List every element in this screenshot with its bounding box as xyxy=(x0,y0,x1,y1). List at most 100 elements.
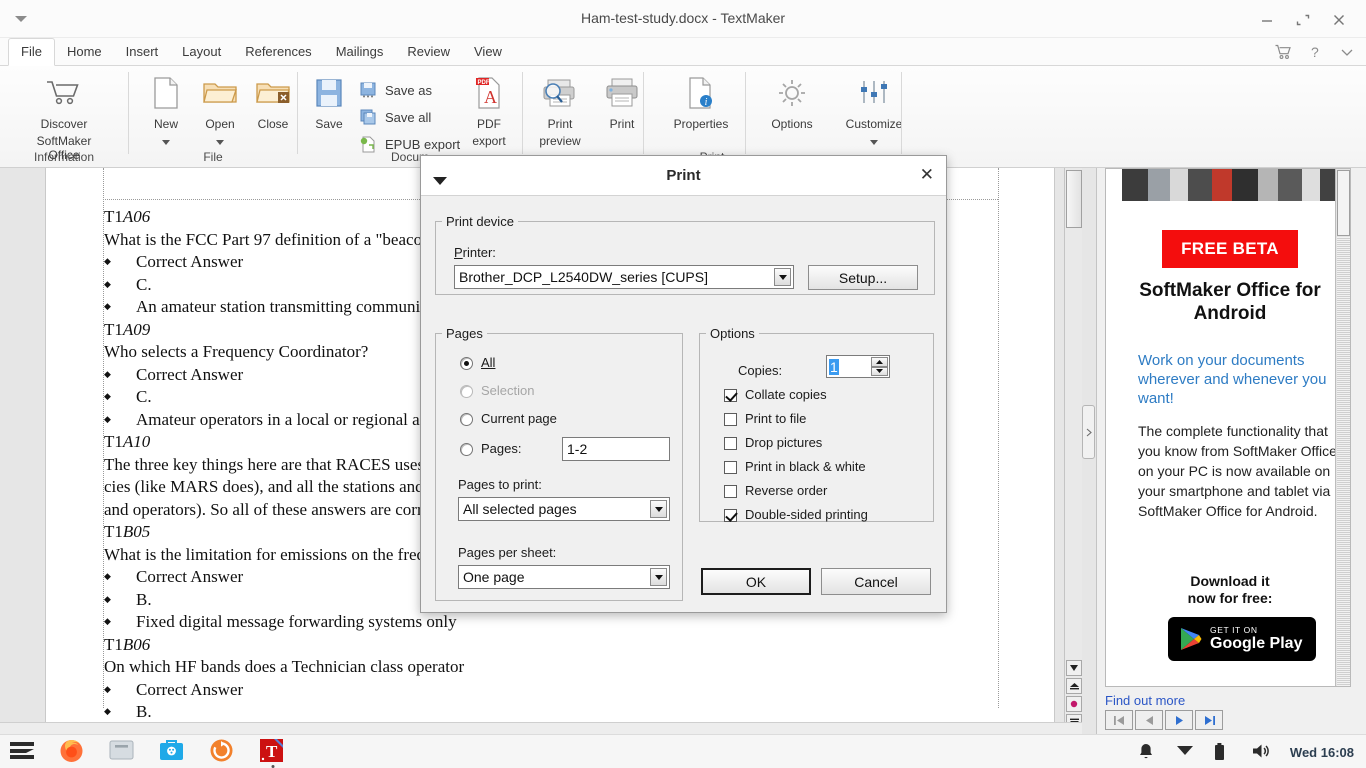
software-store-icon[interactable] xyxy=(158,737,188,767)
svg-text:?: ? xyxy=(1311,44,1319,60)
ad-scrollbar[interactable] xyxy=(1335,169,1350,686)
help-icon[interactable]: ? xyxy=(1304,41,1326,63)
checkbox-drop-pictures[interactable] xyxy=(724,437,737,450)
firefox-icon[interactable] xyxy=(58,737,88,767)
scrollbar-thumb[interactable] xyxy=(1066,170,1082,228)
find-out-more-link[interactable]: Find out more xyxy=(1105,693,1185,708)
textmaker-icon[interactable]: T xyxy=(258,737,288,768)
svg-text:T: T xyxy=(266,742,278,761)
close-button[interactable] xyxy=(1322,8,1356,32)
minimize-button[interactable] xyxy=(1250,8,1284,32)
ad-first-button[interactable] xyxy=(1105,710,1133,730)
ad-content[interactable]: FREE BETA SoftMaker Office for Android W… xyxy=(1105,168,1351,687)
taskbar: T Wed 16:08 xyxy=(0,734,1366,768)
chevron-down-icon[interactable] xyxy=(650,568,667,586)
copies-stepper-buttons[interactable] xyxy=(871,357,888,376)
new-button[interactable]: New xyxy=(135,72,197,150)
tab-home[interactable]: Home xyxy=(55,38,114,66)
copies-stepper[interactable]: 1 xyxy=(826,355,890,378)
document-vertical-scrollbar[interactable] xyxy=(1064,168,1082,734)
cancel-button[interactable]: Cancel xyxy=(821,568,931,595)
checkbox-print-to-file[interactable] xyxy=(724,413,737,426)
copies-value[interactable]: 1 xyxy=(829,358,839,375)
customize-button[interactable]: Customize xyxy=(831,72,917,150)
copies-increment-button[interactable] xyxy=(871,357,888,367)
save-all-button[interactable]: Save all xyxy=(358,107,431,127)
tab-file[interactable]: File xyxy=(8,38,55,66)
radio-pages[interactable] xyxy=(460,443,473,456)
zorin-menu-icon[interactable] xyxy=(8,737,38,767)
copies-decrement-button[interactable] xyxy=(871,366,888,376)
radio-all[interactable] xyxy=(460,357,473,370)
ad-download-prompt: Download it now for free: xyxy=(1124,573,1336,607)
restore-button[interactable] xyxy=(1286,8,1320,32)
checkbox-double-sided[interactable] xyxy=(724,509,737,522)
setup-button[interactable]: Setup... xyxy=(808,265,918,290)
options-button[interactable]: Options xyxy=(755,72,829,131)
application-window: Ham-test-study.docx - TextMaker File Hom… xyxy=(0,0,1366,768)
open-dropdown-icon[interactable] xyxy=(189,132,251,150)
checkbox-collate-copies[interactable] xyxy=(724,389,737,402)
tab-review[interactable]: Review xyxy=(395,38,462,66)
pages-to-print-label: Pages to print: xyxy=(458,477,542,492)
pages-per-sheet-select[interactable]: One page xyxy=(458,565,670,589)
previous-page-button[interactable] xyxy=(1066,678,1082,694)
discover-softmaker-office-button[interactable]: Discover SoftMaker Office xyxy=(24,72,104,162)
dialog-close-button[interactable]: ✕ xyxy=(920,166,934,183)
clock[interactable]: Wed 16:08 xyxy=(1290,745,1354,760)
document-line: Fixed digital message forwarding systems… xyxy=(104,611,1064,634)
ok-button[interactable]: OK xyxy=(701,568,811,595)
tab-references[interactable]: References xyxy=(233,38,323,66)
chevron-down-icon[interactable] xyxy=(1336,41,1358,63)
google-play-badge[interactable]: GET IT ON Google Play xyxy=(1168,617,1316,661)
updater-icon[interactable] xyxy=(208,737,238,767)
browse-object-button[interactable] xyxy=(1066,696,1082,712)
scroll-down-button[interactable] xyxy=(1066,660,1082,676)
print-preview-label-1: Print xyxy=(547,117,573,131)
radio-current-page[interactable] xyxy=(460,413,473,426)
customize-dropdown-icon[interactable] xyxy=(831,132,917,150)
tab-insert[interactable]: Insert xyxy=(114,38,171,66)
question-code-suffix: A10 xyxy=(122,432,151,451)
wifi-icon[interactable] xyxy=(1176,743,1194,761)
pages-range-input[interactable] xyxy=(562,437,670,461)
ad-scrollbar-track[interactable] xyxy=(1337,237,1350,686)
close-button-ribbon[interactable]: Close xyxy=(242,72,304,131)
chevron-down-icon[interactable] xyxy=(774,268,791,286)
checkbox-print-black-white[interactable] xyxy=(724,461,737,474)
document-horizontal-scrollbar[interactable] xyxy=(0,722,1082,734)
pages-to-print-select[interactable]: All selected pages xyxy=(458,497,670,521)
sidebar-collapse-handle[interactable] xyxy=(1082,405,1095,459)
pdf-export-button[interactable]: PDF A PDF export xyxy=(458,72,520,148)
window-controls xyxy=(1250,8,1356,32)
ad-previous-button[interactable] xyxy=(1135,710,1163,730)
properties-button[interactable]: i Properties xyxy=(657,72,745,131)
discover-line-1: Discover xyxy=(40,117,88,131)
tab-mailings[interactable]: Mailings xyxy=(324,38,396,66)
ad-scrollbar-thumb[interactable] xyxy=(1337,170,1350,236)
bullet-icon xyxy=(104,409,136,434)
new-dropdown-icon[interactable] xyxy=(135,132,197,150)
print-preview-button[interactable]: Print preview xyxy=(529,72,591,148)
bullet-icon xyxy=(104,679,136,704)
tab-layout[interactable]: Layout xyxy=(170,38,233,66)
tab-view[interactable]: View xyxy=(462,38,514,66)
cart-icon[interactable] xyxy=(1272,41,1294,63)
radio-all-label: All xyxy=(481,355,495,370)
ad-next-button[interactable] xyxy=(1165,710,1193,730)
google-play-small-text: GET IT ON xyxy=(1210,624,1258,635)
ad-last-button[interactable] xyxy=(1195,710,1223,730)
question-code: T1 xyxy=(104,319,123,339)
notifications-icon[interactable] xyxy=(1138,743,1156,761)
files-icon[interactable] xyxy=(108,737,138,767)
chevron-down-icon[interactable] xyxy=(650,500,667,518)
battery-icon[interactable] xyxy=(1214,743,1232,761)
checkbox-reverse-order[interactable] xyxy=(724,485,737,498)
save-as-button[interactable]: Save as xyxy=(358,80,432,100)
volume-icon[interactable] xyxy=(1252,743,1270,761)
svg-text:PDF: PDF xyxy=(478,80,490,86)
radio-all-label-text: All xyxy=(481,355,496,370)
save-button[interactable]: Save xyxy=(298,72,360,131)
print-dialog[interactable]: Print ✕ Print device Printer: Brother_DC… xyxy=(420,155,947,613)
printer-select[interactable]: Brother_DCP_L2540DW_series [CUPS] xyxy=(454,265,794,289)
